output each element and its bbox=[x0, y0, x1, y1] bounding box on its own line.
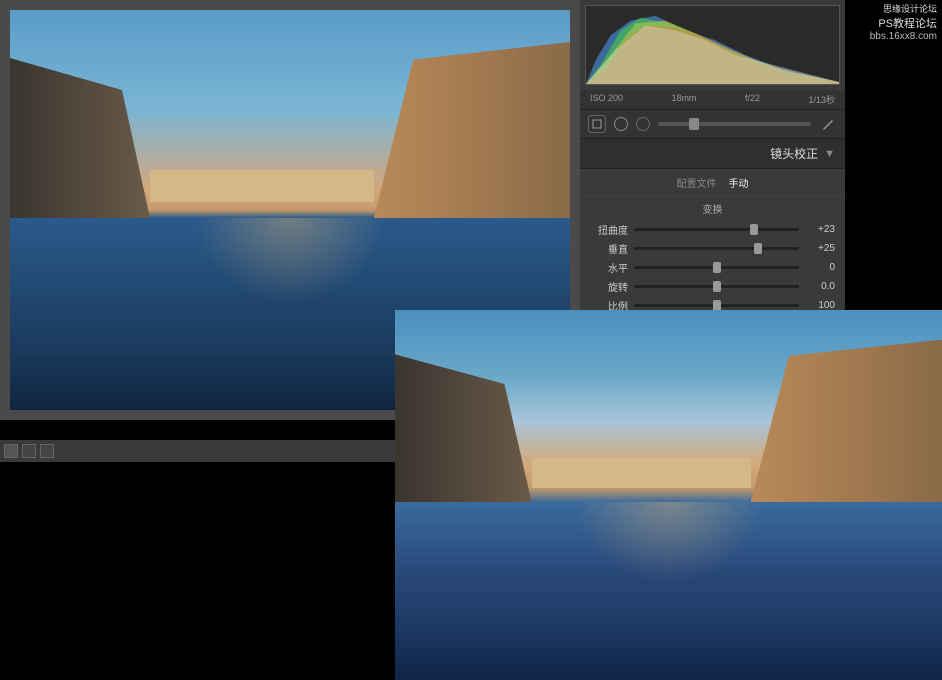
slider-distortion-row: 扭曲度 +23 bbox=[580, 220, 845, 239]
grid-view-icon[interactable] bbox=[4, 444, 18, 458]
scene-buildings-left bbox=[395, 354, 532, 502]
lens-correction-header[interactable]: 镜头校正 ▼ bbox=[580, 139, 845, 169]
watermark-title: PS教程论坛 bbox=[870, 15, 937, 31]
slider-distortion-label: 扭曲度 bbox=[590, 222, 628, 237]
crop-tool-icon[interactable] bbox=[588, 115, 606, 133]
scene-reflection bbox=[559, 502, 778, 595]
slider-scale[interactable] bbox=[634, 304, 799, 307]
slider-distortion-value[interactable]: +23 bbox=[805, 224, 835, 235]
spot-tool-icon[interactable] bbox=[614, 117, 628, 131]
slider-horizontal-row: 水平 0 bbox=[580, 258, 845, 277]
slider-thumb[interactable] bbox=[754, 243, 762, 254]
watermark-url: bbs.16xx8.com bbox=[870, 31, 937, 42]
tab-manual[interactable]: 手动 bbox=[729, 175, 749, 190]
exif-shutter: 1/13秒 bbox=[808, 93, 835, 106]
scene-buildings-right bbox=[751, 340, 942, 503]
slider-vertical-value[interactable]: +25 bbox=[805, 243, 835, 254]
watermark-subtitle: 思缘设计论坛 bbox=[870, 2, 937, 15]
exif-info-bar: ISO 200 18mm f/22 1/13秒 bbox=[580, 90, 845, 109]
slider-rotate-label: 旋转 bbox=[590, 279, 628, 294]
slider-vertical-row: 垂直 +25 bbox=[580, 239, 845, 258]
exif-aperture: f/22 bbox=[745, 93, 760, 106]
slider-thumb[interactable] bbox=[750, 224, 758, 235]
histogram[interactable] bbox=[585, 5, 840, 85]
tab-profile[interactable]: 配置文件 bbox=[677, 175, 717, 190]
slider-horizontal-value[interactable]: 0 bbox=[805, 262, 835, 273]
section-transform: 变换 bbox=[580, 196, 845, 220]
slider-rotate[interactable] bbox=[634, 285, 799, 288]
watermark: 思缘设计论坛 PS教程论坛 bbs.16xx8.com bbox=[870, 2, 937, 42]
scene-reflection bbox=[178, 218, 402, 318]
slider-thumb[interactable] bbox=[713, 281, 721, 292]
panel-title: 镜头校正 bbox=[770, 145, 818, 162]
slider-rotate-row: 旋转 0.0 bbox=[580, 277, 845, 296]
tool-slider-thumb[interactable] bbox=[689, 118, 699, 130]
chevron-down-icon: ▼ bbox=[824, 148, 835, 160]
develop-panel: ISO 200 18mm f/22 1/13秒 镜头校正 ▼ 配置文件 手动 变… bbox=[580, 0, 845, 310]
lens-tabs: 配置文件 手动 bbox=[580, 169, 845, 196]
scene-buildings-right bbox=[374, 42, 570, 218]
filmstrip-toolbar bbox=[0, 440, 395, 462]
adjustment-toolbar bbox=[580, 109, 845, 139]
tool-size-slider[interactable] bbox=[658, 122, 811, 126]
scene-bridge bbox=[150, 170, 374, 202]
slider-rotate-value[interactable]: 0.0 bbox=[805, 281, 835, 292]
compare-x-icon[interactable] bbox=[22, 444, 36, 458]
slider-vertical[interactable] bbox=[634, 247, 799, 250]
slider-thumb[interactable] bbox=[713, 262, 721, 273]
brush-tool-icon[interactable] bbox=[819, 115, 837, 133]
slider-vertical-label: 垂直 bbox=[590, 241, 628, 256]
result-image-overlay bbox=[395, 310, 942, 680]
scene-buildings-left bbox=[10, 58, 150, 218]
filmstrip-area bbox=[0, 440, 395, 680]
slider-horizontal-label: 水平 bbox=[590, 260, 628, 275]
redeye-tool-icon[interactable] bbox=[636, 117, 650, 131]
black-background-right bbox=[845, 0, 942, 310]
slider-distortion[interactable] bbox=[634, 228, 799, 231]
exif-iso: ISO 200 bbox=[590, 93, 623, 106]
scene-bridge bbox=[532, 458, 751, 488]
compare-y-icon[interactable] bbox=[40, 444, 54, 458]
slider-horizontal[interactable] bbox=[634, 266, 799, 269]
exif-focal: 18mm bbox=[672, 93, 697, 106]
